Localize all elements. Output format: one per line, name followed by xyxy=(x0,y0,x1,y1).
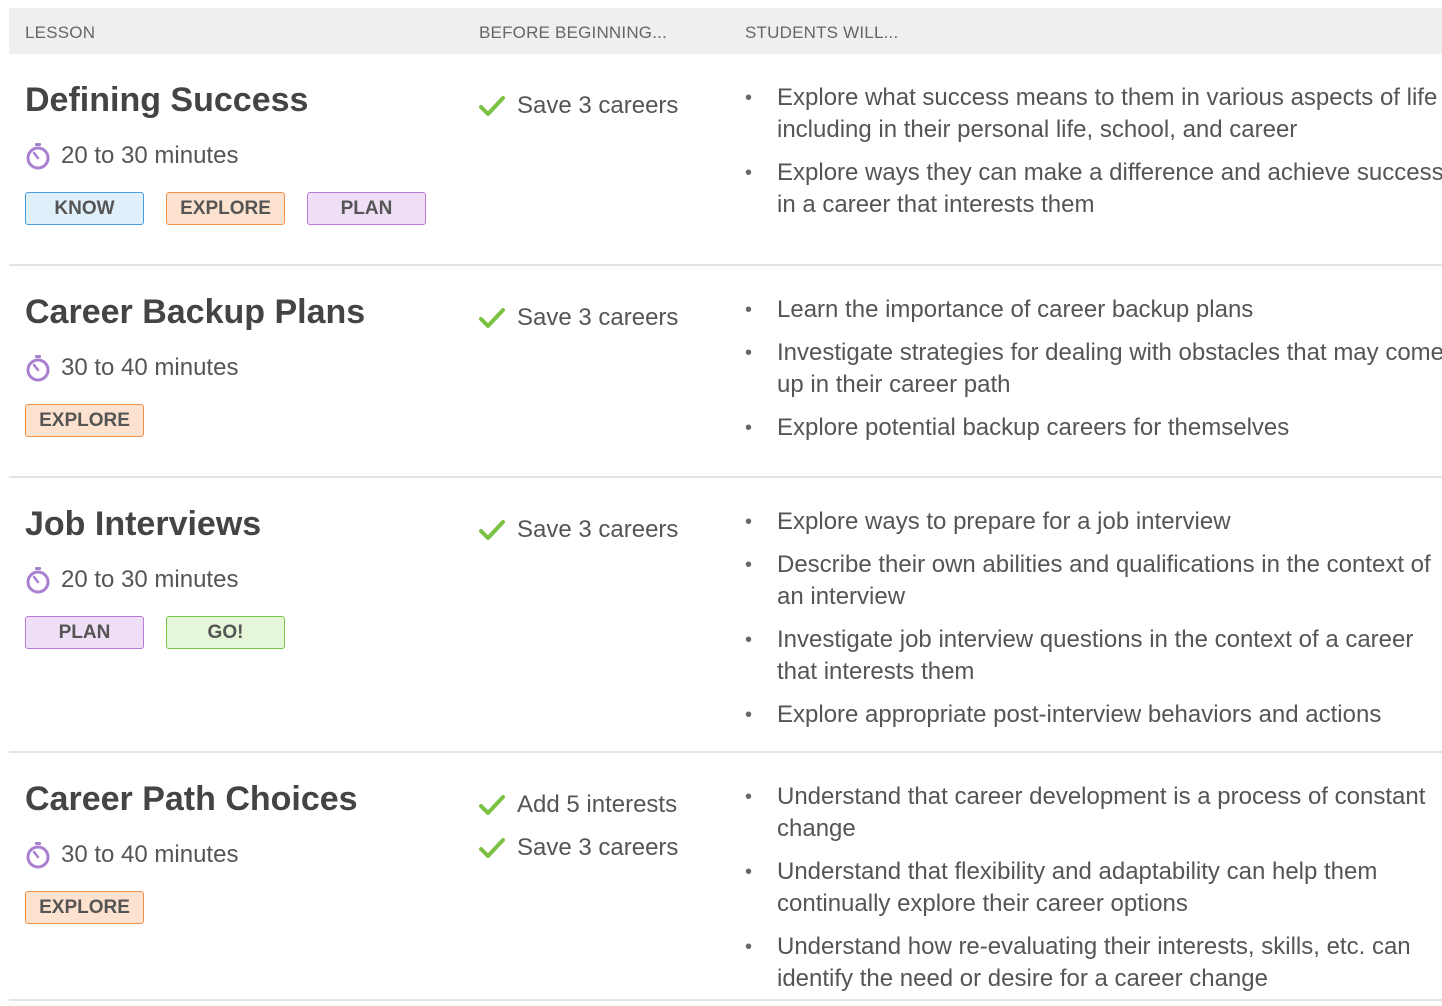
tag-know: KNOW xyxy=(25,192,144,225)
list-item: Explore appropriate post-interview behav… xyxy=(745,699,1442,731)
outcomes-cell: Explore ways to prepare for a job interv… xyxy=(745,506,1442,742)
lesson-title[interactable]: Career Path Choices xyxy=(25,779,358,819)
list-item: Investigate strategies for dealing with … xyxy=(745,337,1442,401)
prereq-item: Save 3 careers xyxy=(479,832,678,864)
checkmark-icon xyxy=(479,795,505,815)
outcomes-list: Explore ways to prepare for a job interv… xyxy=(745,506,1442,731)
tag-list: KNOW EXPLORE PLAN xyxy=(25,192,448,225)
checkmark-icon xyxy=(479,96,505,116)
tag-list: EXPLORE xyxy=(25,891,358,924)
outcomes-cell: Explore what success means to them in va… xyxy=(745,82,1442,232)
lesson-duration: 20 to 30 minutes xyxy=(25,142,448,170)
prereq-text: Save 3 careers xyxy=(517,92,679,119)
prereq-cell: Save 3 careers xyxy=(479,302,678,345)
prereq-item: Save 3 careers xyxy=(479,514,678,546)
tag-plan: PLAN xyxy=(307,192,426,225)
header-students-will: STUDENTS WILL... xyxy=(745,23,899,42)
table-body: Defining Success 20 to 30 minutes KNOW EXPL… xyxy=(9,54,1442,1001)
prereq-cell: Save 3 careers xyxy=(479,90,678,133)
lesson-title[interactable]: Defining Success xyxy=(25,80,448,120)
prereq-text: Save 3 careers xyxy=(517,304,679,331)
checkmark-icon xyxy=(479,308,505,328)
prereq-item: Save 3 careers xyxy=(479,90,678,122)
lessons-table: LESSON BEFORE BEGINNING... STUDENTS WILL… xyxy=(9,8,1442,1001)
prereq-item: Save 3 careers xyxy=(479,302,678,334)
tag-list: PLAN GO! xyxy=(25,616,307,649)
prereq-text: Save 3 careers xyxy=(517,834,679,861)
lesson-title[interactable]: Job Interviews xyxy=(25,504,307,544)
lesson-cell: Job Interviews 20 to 30 minutes PLAN GO! xyxy=(25,504,307,649)
lesson-title[interactable]: Career Backup Plans xyxy=(25,292,365,332)
stopwatch-icon xyxy=(26,143,50,170)
tag-list: EXPLORE xyxy=(25,404,365,437)
duration-text: 20 to 30 minutes xyxy=(61,142,239,169)
list-item: Understand that career development is a … xyxy=(745,781,1442,845)
lesson-duration: 30 to 40 minutes xyxy=(25,841,358,869)
list-item: Understand that flexibility and adaptabi… xyxy=(745,856,1442,920)
lesson-cell: Career Path Choices 30 to 40 minutes EXPLO… xyxy=(25,779,358,924)
outcomes-list: Understand that career development is a … xyxy=(745,781,1442,995)
tag-explore: EXPLORE xyxy=(25,891,144,924)
checkmark-icon xyxy=(479,838,505,858)
stopwatch-icon xyxy=(26,567,50,594)
table-header: LESSON BEFORE BEGINNING... STUDENTS WILL… xyxy=(9,8,1442,54)
prereq-cell: Add 5 interests Save 3 careers xyxy=(479,789,678,875)
lesson-cell: Defining Success 20 to 30 minutes KNOW EXPL… xyxy=(25,80,448,225)
prereq-item: Add 5 interests xyxy=(479,789,678,821)
header-before-beginning: BEFORE BEGINNING... xyxy=(479,23,667,42)
duration-text: 20 to 30 minutes xyxy=(61,566,239,593)
table-row: Career Path Choices 30 to 40 minutes EXPLO… xyxy=(9,753,1442,1001)
table-row: Job Interviews 20 to 30 minutes PLAN GO! Sav… xyxy=(9,478,1442,753)
outcomes-list: Explore what success means to them in va… xyxy=(745,82,1442,221)
list-item: Explore potential backup careers for the… xyxy=(745,412,1442,444)
tag-explore: EXPLORE xyxy=(166,192,285,225)
stopwatch-icon xyxy=(26,355,50,382)
duration-text: 30 to 40 minutes xyxy=(61,354,239,381)
stopwatch-icon xyxy=(26,842,50,869)
prereq-text: Add 5 interests xyxy=(517,791,678,818)
list-item: Learn the importance of career backup pl… xyxy=(745,294,1442,326)
list-item: Understand how re-evaluating their inter… xyxy=(745,931,1442,995)
lesson-cell: Career Backup Plans 30 to 40 minutes EXPLO… xyxy=(25,292,365,437)
list-item: Describe their own abilities and qualifi… xyxy=(745,549,1442,613)
lesson-duration: 30 to 40 minutes xyxy=(25,354,365,382)
prereq-text: Save 3 careers xyxy=(517,516,679,543)
lesson-duration: 20 to 30 minutes xyxy=(25,566,307,594)
checkmark-icon xyxy=(479,520,505,540)
table-row: Career Backup Plans 30 to 40 minutes EXPLO… xyxy=(9,266,1442,478)
duration-text: 30 to 40 minutes xyxy=(61,841,239,868)
list-item: Explore what success means to them in va… xyxy=(745,82,1442,146)
header-lesson: LESSON xyxy=(25,23,96,42)
outcomes-cell: Understand that career development is a … xyxy=(745,781,1442,1006)
outcomes-list: Learn the importance of career backup pl… xyxy=(745,294,1442,444)
prereq-cell: Save 3 careers xyxy=(479,514,678,557)
list-item: Investigate job interview questions in t… xyxy=(745,624,1442,688)
list-item: Explore ways to prepare for a job interv… xyxy=(745,506,1442,538)
table-row: Defining Success 20 to 30 minutes KNOW EXPL… xyxy=(9,54,1442,266)
list-item: Explore ways they can make a difference … xyxy=(745,157,1442,221)
outcomes-cell: Learn the importance of career backup pl… xyxy=(745,294,1442,455)
tag-explore: EXPLORE xyxy=(25,404,144,437)
tag-go: GO! xyxy=(166,616,285,649)
tag-plan: PLAN xyxy=(25,616,144,649)
